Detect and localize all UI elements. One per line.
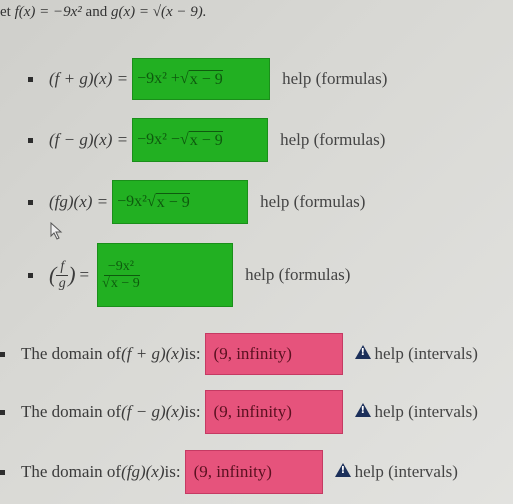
help-intervals-label: help (intervals)	[354, 462, 458, 481]
bullet-icon	[28, 76, 33, 82]
domain-value: (9, infinity)	[213, 344, 292, 363]
domain-label-prefix: The domain of	[21, 344, 122, 363]
equals-sign: =	[79, 265, 90, 284]
formula-row-sum: (f + g)(x) = −9x² + √ x − 9 help (formula…	[28, 58, 387, 100]
help-formulas-link[interactable]: help (formulas)	[260, 192, 365, 212]
domain-label-suffix: is:	[164, 462, 181, 481]
domain-label-suffix: is:	[184, 402, 201, 421]
sqrt-icon: √	[179, 131, 189, 148]
domain-row-difference: The domain of (f − g)(x) is: (9, infinit…	[0, 390, 478, 434]
radicand: x − 9	[109, 274, 140, 291]
bullet-icon	[0, 469, 5, 475]
bullet-icon	[0, 409, 5, 415]
domain-value: (9, infinity)	[213, 402, 292, 421]
answer-text: −9x²	[117, 193, 147, 210]
radicand: x − 9	[155, 192, 190, 211]
intro-prefix: et	[0, 4, 15, 20]
answer-field-sum[interactable]: −9x² + √ x − 9	[132, 58, 271, 100]
help-intervals-label: help (intervals)	[374, 344, 478, 363]
g-definition: g(x) = √(x − 9).	[110, 4, 207, 20]
intro-and: and	[81, 4, 111, 20]
label-numerator: f	[56, 259, 69, 276]
paren-left: (	[49, 262, 57, 287]
help-formulas-link[interactable]: help (formulas)	[245, 265, 350, 285]
f-definition: f(x) = −9x²	[14, 4, 82, 20]
bullet-icon	[28, 272, 33, 278]
formula-label: (fg)(x) =	[49, 192, 109, 211]
answer-field-product[interactable]: −9x² √ x − 9	[112, 180, 249, 224]
warning-icon	[354, 345, 371, 359]
warning-icon	[334, 463, 351, 477]
domain-input-product[interactable]: (9, infinity)	[184, 450, 323, 494]
domain-label-prefix: The domain of	[21, 402, 122, 421]
warning-icon	[354, 403, 371, 417]
radicand: x − 9	[188, 130, 223, 149]
answer-denominator: √x − 9	[102, 274, 140, 291]
domain-value: (9, infinity)	[193, 462, 272, 481]
problem-statement: et f(x) = −9x² and g(x) = √(x − 9).	[0, 4, 207, 21]
bullet-icon	[28, 137, 33, 143]
label-denominator: g	[58, 275, 66, 291]
sqrt-icon: √	[179, 70, 189, 87]
formula-label: (f − g)(x) =	[49, 130, 129, 149]
formula-row-difference: (f − g)(x) = −9x² − √ x − 9 help (formula…	[28, 118, 385, 162]
domain-input-sum[interactable]: (9, infinity)	[204, 333, 343, 375]
radicand: x − 9	[188, 69, 223, 88]
sqrt-icon: √	[102, 275, 110, 291]
answer-text: −9x² +	[137, 70, 180, 87]
formula-row-quotient: ( f g ) = −9x² √x − 9 help (formulas)	[28, 243, 350, 307]
help-formulas-link[interactable]: help (formulas)	[282, 69, 387, 89]
help-intervals-label: help (intervals)	[374, 402, 478, 421]
domain-row-product: The domain of (fg)(x) is: (9, infinity) …	[0, 450, 458, 494]
domain-label-function: (f − g)(x)	[121, 402, 185, 421]
mouse-cursor-icon	[50, 222, 63, 240]
answer-text: −9x² −	[137, 131, 180, 148]
help-formulas-link[interactable]: help (formulas)	[280, 130, 385, 150]
formula-label: (f + g)(x) =	[49, 69, 129, 88]
answer-fraction: −9x² √x − 9	[102, 259, 140, 291]
help-intervals-link[interactable]: help (intervals)	[354, 402, 478, 422]
paren-right: )	[68, 262, 76, 287]
answer-field-difference[interactable]: −9x² − √ x − 9	[132, 118, 269, 162]
domain-label-suffix: is:	[184, 344, 201, 363]
domain-label-prefix: The domain of	[21, 462, 122, 481]
quotient-label: f g	[56, 259, 69, 291]
domain-input-difference[interactable]: (9, infinity)	[204, 390, 343, 434]
domain-label-function: (f + g)(x)	[121, 344, 185, 363]
domain-row-sum: The domain of (f + g)(x) is: (9, infinit…	[0, 333, 478, 375]
help-intervals-link[interactable]: help (intervals)	[354, 344, 478, 364]
formula-row-product: (fg)(x) = −9x² √ x − 9 help (formulas)	[28, 180, 365, 224]
answer-numerator: −9x²	[103, 259, 138, 276]
domain-label-function: (fg)(x)	[121, 462, 165, 481]
answer-field-quotient[interactable]: −9x² √x − 9	[97, 243, 234, 307]
bullet-icon	[28, 199, 33, 205]
sqrt-icon: √	[146, 193, 156, 210]
bullet-icon	[0, 351, 5, 357]
help-intervals-link[interactable]: help (intervals)	[334, 462, 458, 482]
